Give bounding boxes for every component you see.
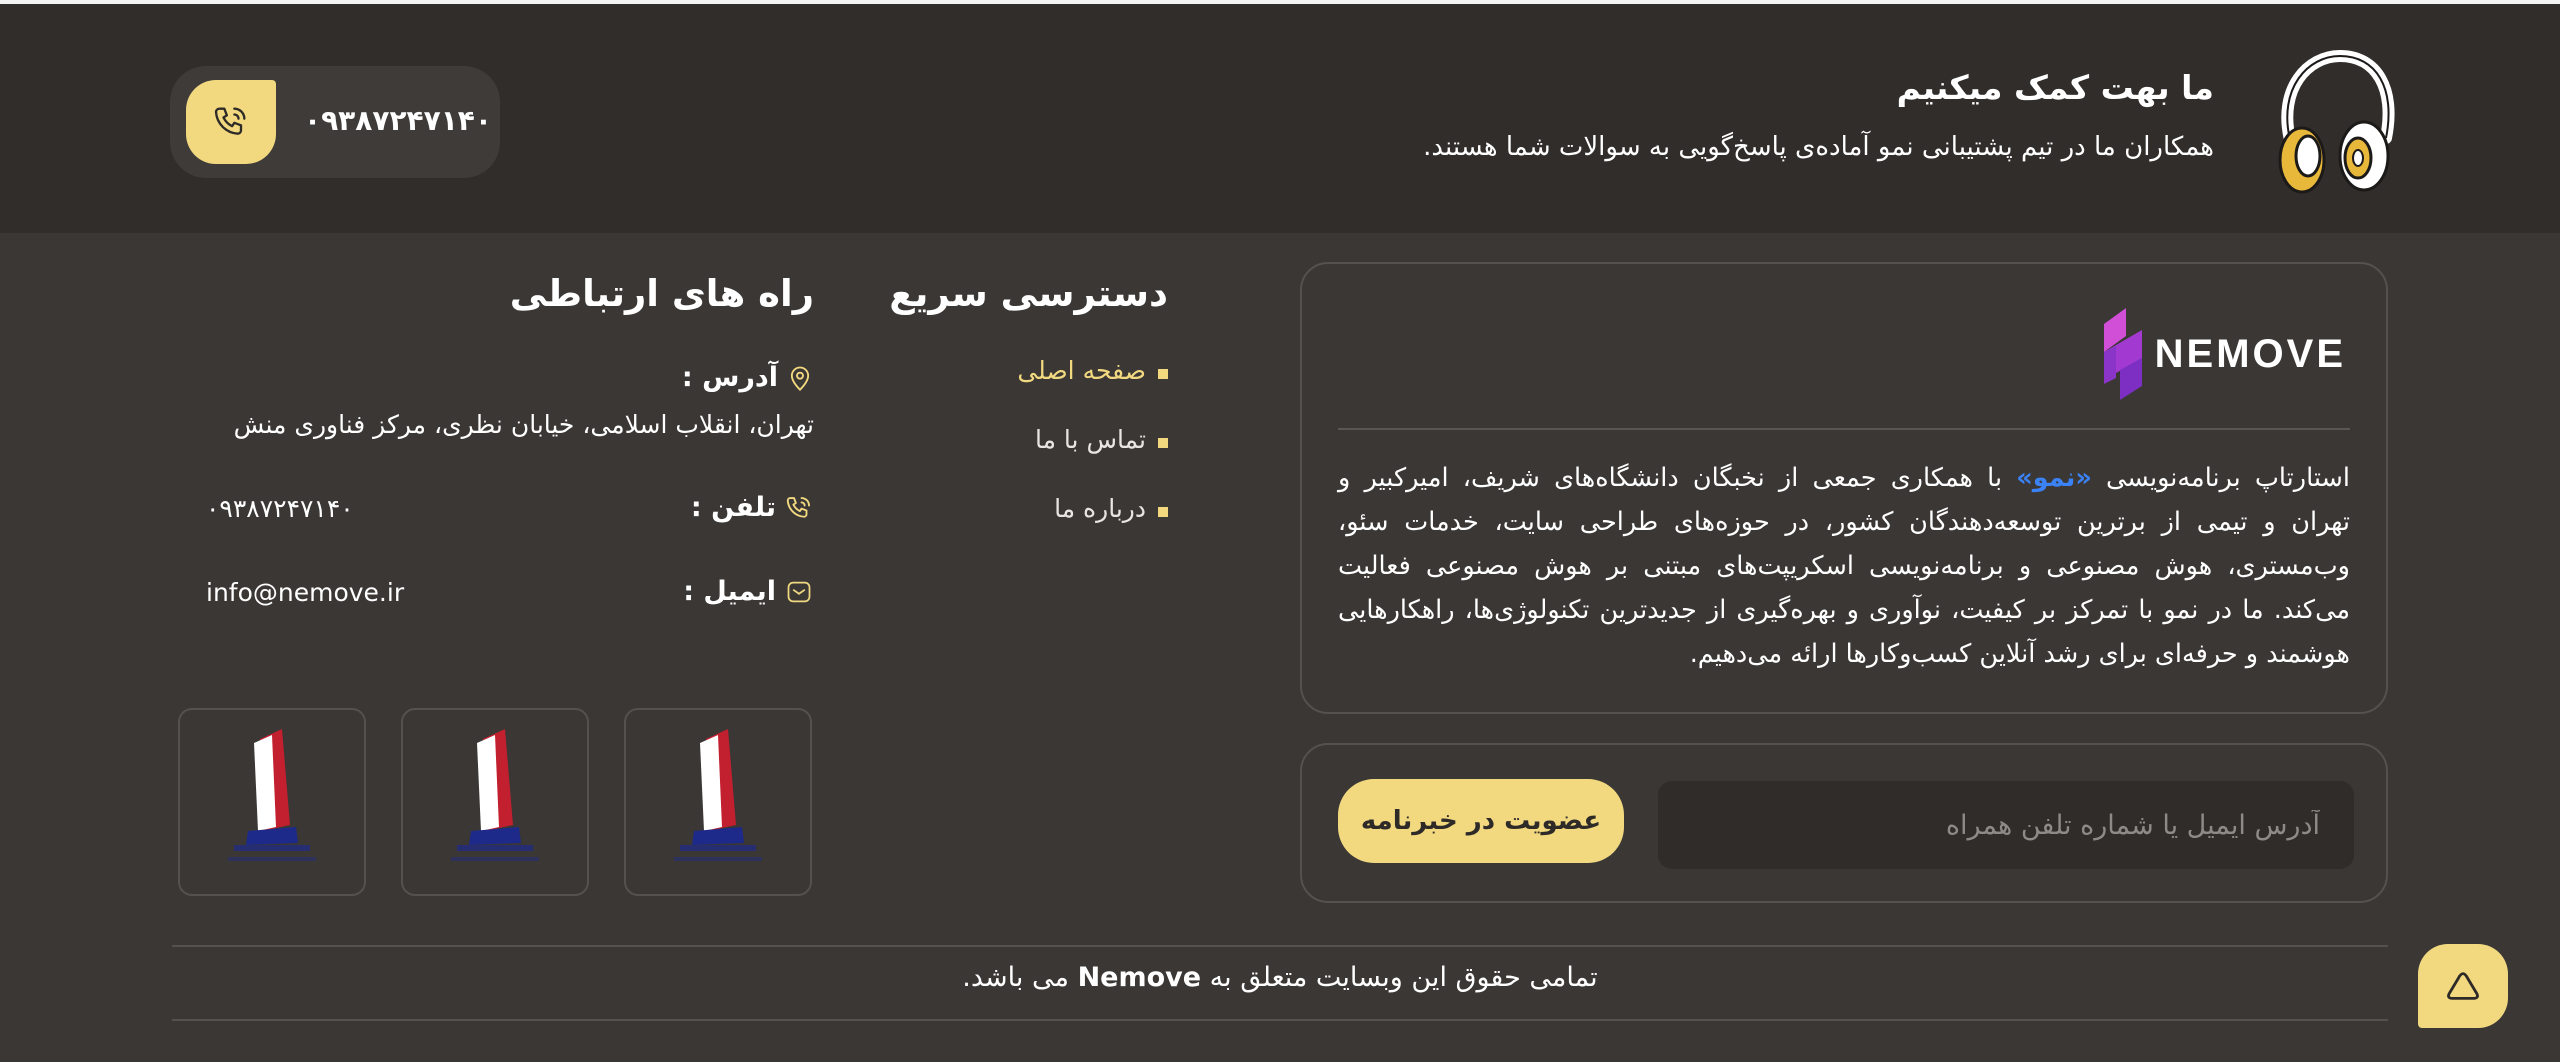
logo-text: NEMOVE bbox=[2154, 332, 2346, 376]
copyright-prefix: تمامی حقوق این وبسایت متعلق به bbox=[1201, 962, 1598, 993]
support-description: همکاران ما در تیم پشتیبانی نمو آماده‌ی پ… bbox=[1423, 132, 2214, 162]
quick-link-label: صفحه اصلی bbox=[1017, 356, 1146, 385]
address-label: آدرس : bbox=[681, 362, 778, 393]
support-title: ما بهت کمک میکنیم bbox=[1896, 68, 2214, 107]
address-label-row: آدرس : bbox=[682, 362, 814, 393]
about-text-body: با همکاری جمعی از نخبگان دانشگاه‌های شری… bbox=[1338, 463, 2350, 669]
about-card: NEMOVE استارتاپ برنامه‌نویسی «نمو» با هم… bbox=[1300, 262, 2388, 714]
quick-link-label: تماس با ما bbox=[1034, 425, 1146, 454]
about-text: استارتاپ برنامه‌نویسی «نمو» با همکاری جم… bbox=[1338, 456, 2350, 676]
nemove-logo-mark-icon bbox=[2104, 308, 2142, 400]
copyright-suffix: می باشد. bbox=[962, 962, 1078, 993]
footer-divider-bottom bbox=[172, 1019, 2388, 1021]
email-label-row: ایمیل : bbox=[683, 576, 814, 607]
trust-badge[interactable] bbox=[624, 708, 812, 896]
quick-access-title: دسترسی سریع bbox=[889, 272, 1168, 315]
trust-badge[interactable] bbox=[401, 708, 589, 896]
copyright-brand: Nemove bbox=[1077, 962, 1202, 993]
headset-icon bbox=[2278, 49, 2395, 194]
contact-title: راه های ارتباطی bbox=[509, 272, 814, 315]
bullet-icon bbox=[1158, 438, 1168, 448]
quick-link-home[interactable]: صفحه اصلی bbox=[1017, 356, 1168, 425]
brand-name: «نمو» bbox=[2016, 463, 2092, 493]
phone-value[interactable]: ۰۹۳۸۷۲۴۷۱۴۰ bbox=[206, 494, 354, 523]
bullet-icon bbox=[1158, 507, 1168, 517]
email-value[interactable]: info@nemove.ir bbox=[206, 578, 404, 607]
scroll-to-top-button[interactable] bbox=[2418, 944, 2508, 1028]
newsletter-subscribe-button[interactable]: عضویت در خبرنامه bbox=[1338, 779, 1624, 863]
support-phone-number: ۰۹۳۸۷۲۴۷۱۴۰ bbox=[304, 104, 492, 137]
quick-access-list: صفحه اصلی تماس با ما درباره ما bbox=[1017, 356, 1168, 563]
support-banner: ما بهت کمک میکنیم همکاران ما در تیم پشتی… bbox=[0, 4, 2560, 233]
nemove-logo[interactable]: NEMOVE bbox=[2088, 306, 2346, 402]
mail-icon bbox=[787, 581, 811, 602]
quick-link-label: درباره ما bbox=[1054, 494, 1146, 523]
quick-link-contact[interactable]: تماس با ما bbox=[1017, 425, 1168, 494]
support-phone-button[interactable]: ۰۹۳۸۷۲۴۷۱۴۰ bbox=[170, 66, 500, 178]
bullet-icon bbox=[1158, 369, 1168, 379]
quick-link-about[interactable]: درباره ما bbox=[1017, 494, 1168, 563]
newsletter-card: عضویت در خبرنامه bbox=[1300, 743, 2388, 903]
copyright-text: تمامی حقوق این وبسایت متعلق به Nemove می… bbox=[0, 962, 2560, 993]
address-value: تهران، انقلاب اسلامی، خیابان نظری، مرکز … bbox=[233, 410, 814, 439]
phone-icon bbox=[786, 496, 810, 518]
trophy-badge-icon bbox=[228, 729, 316, 861]
about-text-intro: استارتاپ برنامه‌نویسی bbox=[2091, 463, 2350, 493]
about-divider bbox=[1338, 428, 2350, 430]
footer-divider-top bbox=[172, 945, 2388, 947]
phone-icon bbox=[186, 80, 276, 164]
trophy-badge-icon bbox=[451, 729, 539, 861]
newsletter-input[interactable] bbox=[1658, 781, 2354, 869]
phone-label: تلفن : bbox=[690, 492, 776, 523]
trophy-badge-icon bbox=[674, 729, 762, 861]
email-label: ایمیل : bbox=[683, 576, 776, 607]
phone-label-row: تلفن : bbox=[691, 492, 814, 523]
chevron-up-icon bbox=[2447, 972, 2479, 1000]
trust-badge[interactable] bbox=[178, 708, 366, 896]
location-pin-icon bbox=[790, 366, 810, 391]
